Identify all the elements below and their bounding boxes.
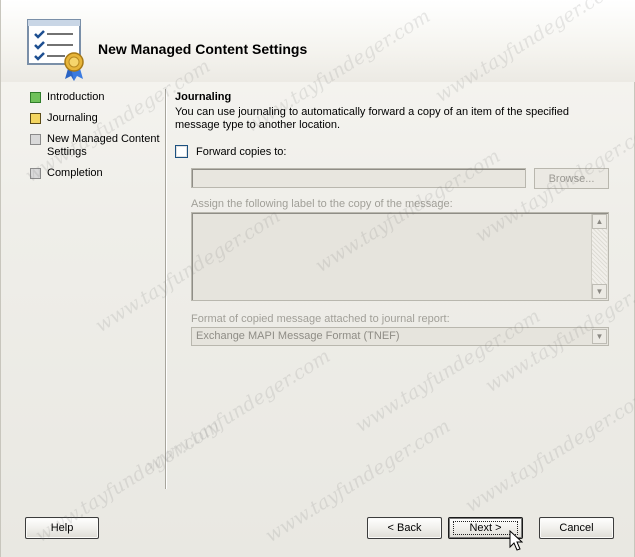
mouse-pointer-icon: [509, 530, 523, 551]
section-description: You can use journaling to automatically …: [175, 106, 569, 131]
cancel-button-label: Cancel: [559, 522, 594, 534]
step-introduction[interactable]: Introduction: [30, 91, 162, 104]
scroll-up-icon[interactable]: ▲: [592, 214, 607, 229]
step-journaling[interactable]: Journaling: [30, 112, 162, 125]
vertical-divider: [165, 89, 167, 489]
format-prompt: Format of copied message attached to jou…: [191, 313, 450, 325]
step-pending-icon: [30, 168, 41, 179]
format-selected-value: Exchange MAPI Message Format (TNEF): [196, 330, 400, 342]
chevron-down-icon[interactable]: ▼: [592, 329, 607, 344]
textarea-scrollbar[interactable]: ▲ ▼: [591, 214, 607, 299]
back-button-label: < Back: [387, 522, 422, 534]
forward-copies-label: Forward copies to:: [196, 145, 287, 158]
step-label: New Managed Content Settings: [47, 133, 160, 158]
browse-button[interactable]: Browse...: [534, 168, 609, 189]
step-label: Journaling: [47, 112, 98, 124]
format-select[interactable]: Exchange MAPI Message Format (TNEF) ▼: [191, 327, 609, 346]
help-button-label: Help: [50, 522, 74, 534]
scroll-down-icon[interactable]: ▼: [592, 284, 607, 299]
step-complete-icon: [30, 92, 41, 103]
step-pending-icon: [30, 134, 41, 145]
wizard-title: New Managed Content Settings: [98, 41, 308, 57]
forward-copies-option[interactable]: Forward copies to:: [175, 145, 286, 158]
wizard-window: New Managed Content Settings Introductio…: [0, 0, 635, 557]
step-completion[interactable]: Completion: [30, 167, 162, 180]
watermark: www.tayfundeger.com: [461, 385, 635, 517]
section-heading: Journaling: [175, 91, 232, 103]
step-label: Introduction: [47, 91, 105, 103]
step-label: Completion: [47, 167, 103, 179]
forward-copies-checkbox[interactable]: [175, 145, 188, 158]
back-button[interactable]: < Back: [367, 517, 442, 539]
step-new-managed-content-settings[interactable]: New Managed Content Settings: [30, 133, 162, 159]
wizard-header: New Managed Content Settings: [1, 0, 635, 82]
label-prompt: Assign the following label to the copy o…: [191, 198, 453, 210]
cancel-button[interactable]: Cancel: [539, 517, 614, 539]
help-button[interactable]: Help: [25, 517, 99, 539]
forward-address-field[interactable]: [191, 168, 526, 188]
watermark: www.tayfundeger.com: [141, 345, 335, 477]
journal-label-textarea[interactable]: ▲ ▼: [191, 212, 609, 301]
checklist-certificate-icon: [27, 19, 84, 81]
step-current-icon: [30, 113, 41, 124]
